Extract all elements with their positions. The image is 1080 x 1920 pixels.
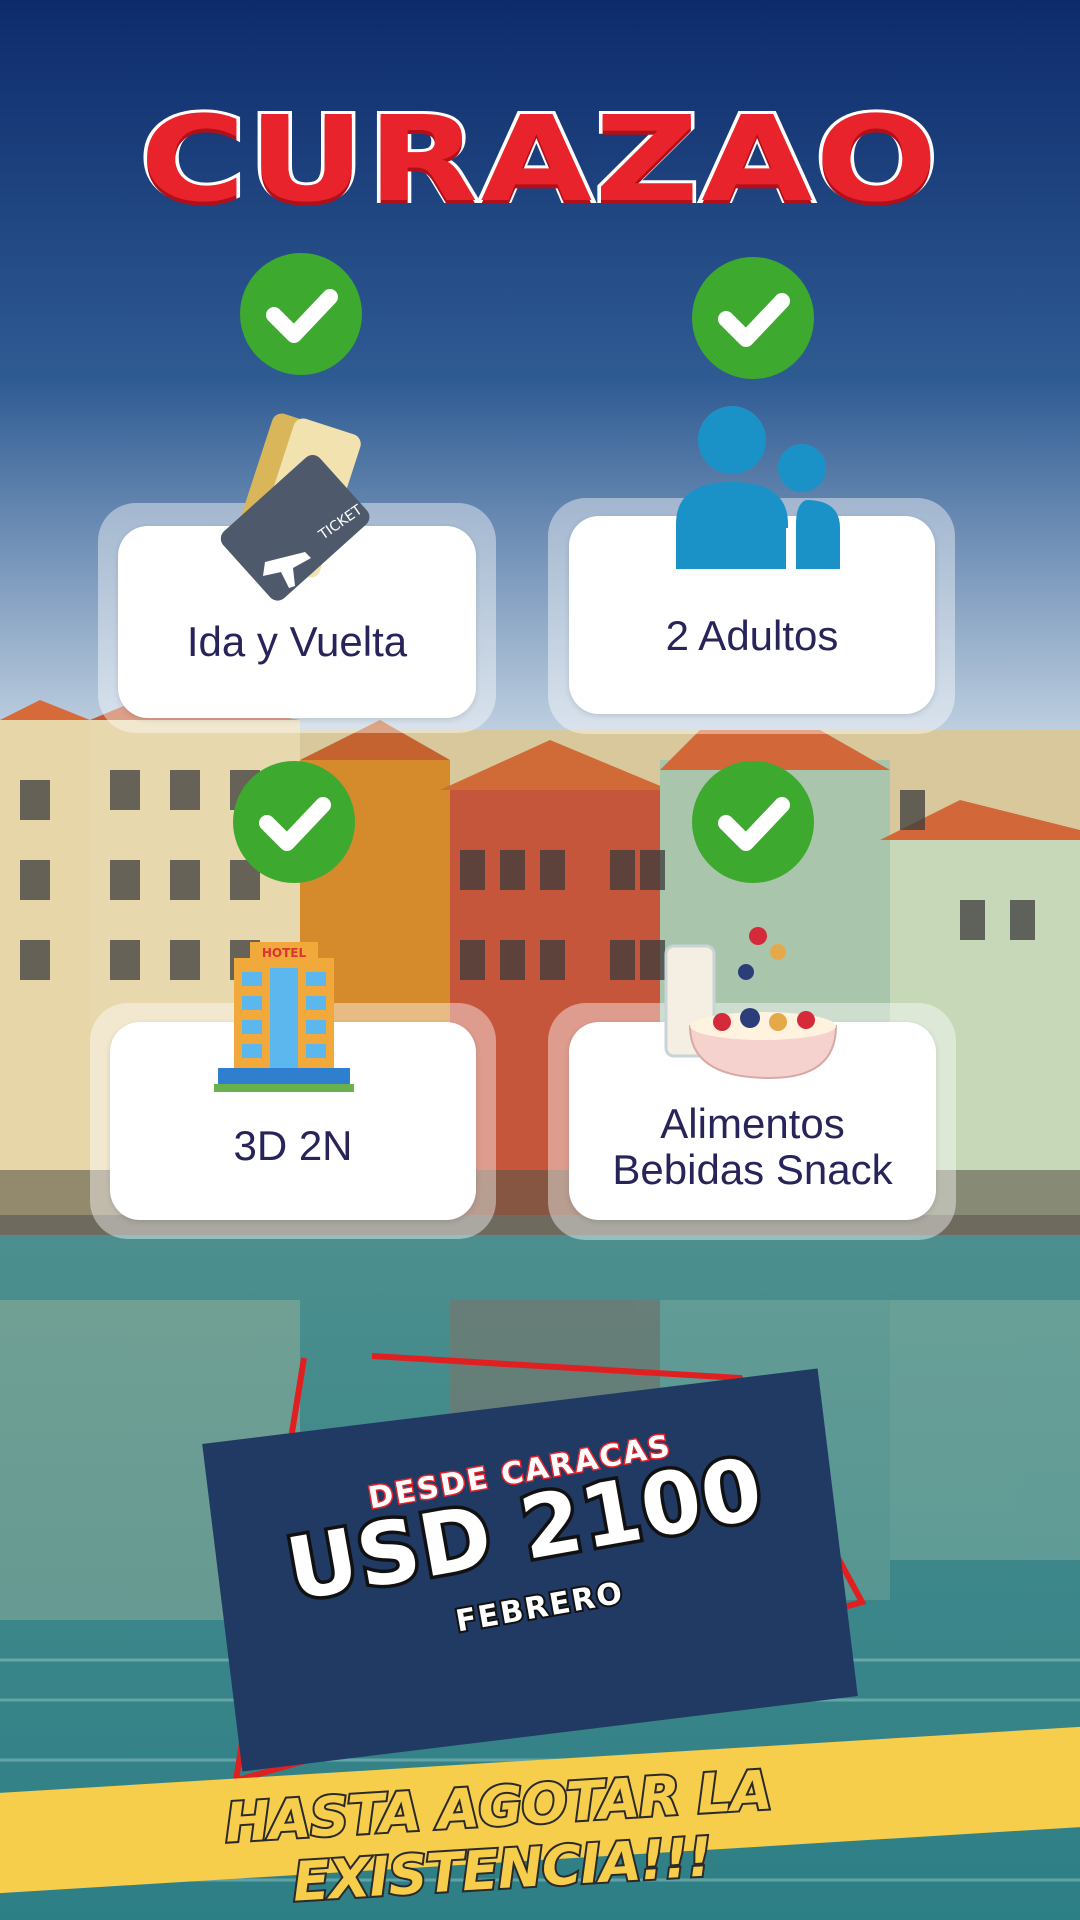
promo-poster: CURAZAO Ida y Vuelta TICKET 2 Adultos 3D… bbox=[0, 0, 1080, 1920]
